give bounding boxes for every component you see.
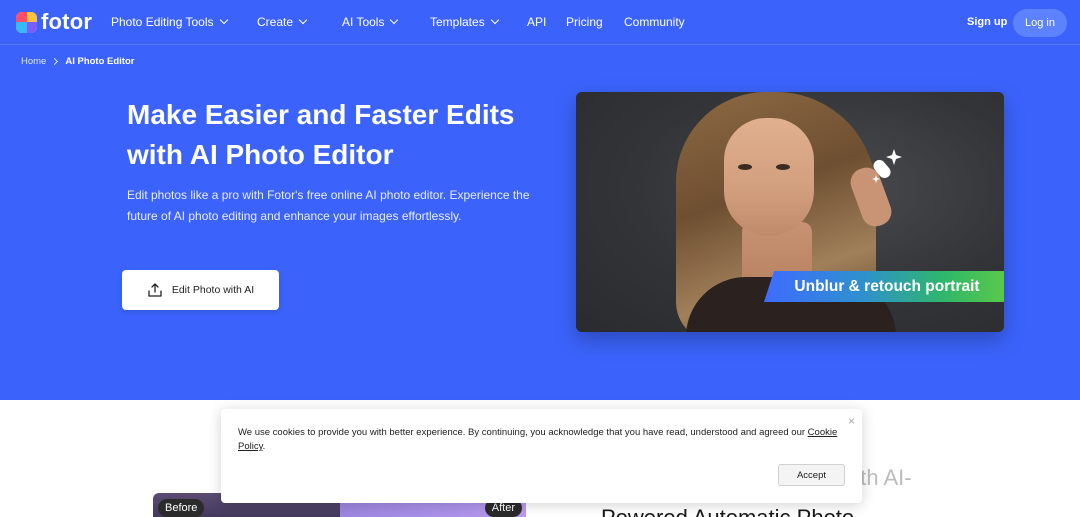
edit-photo-button[interactable]: Edit Photo with AI xyxy=(122,270,279,310)
edit-photo-label: Edit Photo with AI xyxy=(171,284,255,296)
cookie-message: We use cookies to provide you with bette… xyxy=(238,427,806,438)
logo-text: fotor xyxy=(41,9,93,34)
fotor-logo[interactable]: fotor xyxy=(16,11,92,33)
chevron-down-icon xyxy=(298,15,308,25)
portrait-eye xyxy=(738,164,752,170)
chevron-down-icon xyxy=(390,15,399,25)
portrait-eye xyxy=(776,164,790,170)
nav-templates[interactable]: Templates xyxy=(430,15,499,29)
cookie-text: We use cookies to provide you with bette… xyxy=(238,426,838,454)
nav-photo-editing-tools[interactable]: Photo Editing Tools xyxy=(111,15,228,29)
chevron-right-icon xyxy=(51,57,59,66)
breadcrumb-current: AI Photo Editor xyxy=(65,56,135,67)
top-nav: fotor Photo Editing Tools Create AI Tool… xyxy=(0,0,1080,45)
nav-ai-tools[interactable]: AI Tools xyxy=(342,15,399,29)
page-title: Make Easier and Faster Edits with AI Pho… xyxy=(127,99,515,170)
cookie-banner: × We use cookies to provide you with bet… xyxy=(221,409,862,503)
before-tag: Before xyxy=(158,499,205,517)
chevron-down-icon xyxy=(490,15,499,25)
nav-community[interactable]: Community xyxy=(624,15,685,29)
nav-label: Create xyxy=(257,15,294,29)
fotor-logo-icon xyxy=(16,11,37,33)
cookie-end: . xyxy=(262,441,266,452)
breadcrumb-home[interactable]: Home xyxy=(21,56,46,67)
nav-label: Community xyxy=(624,15,685,29)
hero-section: Home AI Photo Editor Make Easier and Fas… xyxy=(0,45,1080,400)
nav-label: Photo Editing Tools xyxy=(111,15,214,29)
nav-label: Pricing xyxy=(566,15,603,29)
nav-api[interactable]: API xyxy=(527,15,546,29)
breadcrumb: Home AI Photo Editor xyxy=(21,56,134,67)
close-icon[interactable]: × xyxy=(848,414,855,428)
image-banner: Unblur & retouch portrait xyxy=(764,271,1004,302)
signup-link[interactable]: Sign up xyxy=(967,16,1007,28)
hero-description: Edit photos like a pro with Fotor's free… xyxy=(127,188,530,223)
portrait-face xyxy=(724,118,814,236)
upload-icon xyxy=(148,283,162,297)
hero-image: Unblur & retouch portrait xyxy=(576,92,1004,332)
nav-pricing[interactable]: Pricing xyxy=(566,15,603,29)
login-button[interactable]: Log in xyxy=(1013,9,1067,37)
magic-wand-icon xyxy=(872,149,902,183)
chevron-down-icon xyxy=(219,15,228,25)
nav-create[interactable]: Create xyxy=(257,15,308,29)
nav-label: Templates xyxy=(430,15,485,29)
accept-button[interactable]: Accept xyxy=(778,464,845,486)
nav-label: API xyxy=(527,15,547,29)
nav-label: AI Tools xyxy=(342,15,385,29)
